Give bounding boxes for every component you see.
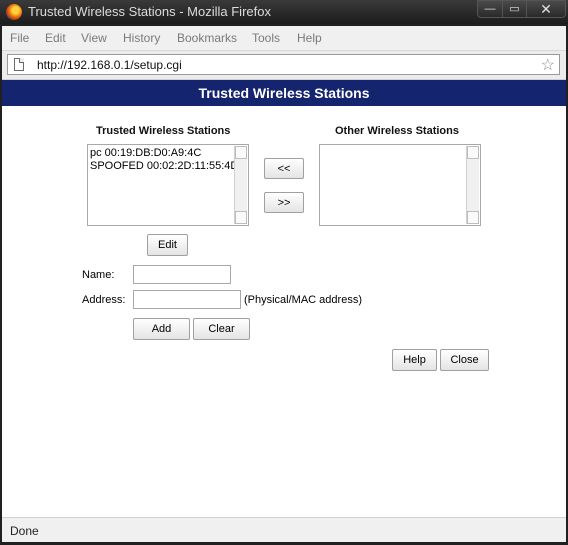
menu-edit[interactable]: Edit	[45, 31, 66, 45]
close-button[interactable]: Close	[440, 349, 489, 371]
title-bar[interactable]: Trusted Wireless Stations - Mozilla Fire…	[0, 0, 568, 24]
window-title: Trusted Wireless Stations - Mozilla Fire…	[28, 4, 271, 19]
minimize-button[interactable]: —	[477, 0, 503, 18]
menu-help[interactable]: Help	[297, 31, 322, 45]
status-bar: Done	[2, 517, 566, 542]
list-item[interactable]: SPOOFED 00:02:2D:11:55:4D	[90, 160, 238, 173]
help-button[interactable]: Help	[392, 349, 437, 371]
menu-tools[interactable]: Tools	[252, 31, 280, 45]
list-item[interactable]: pc 00:19:DB:D0:A9:4C	[90, 147, 238, 160]
page-icon	[14, 58, 24, 71]
status-text: Done	[10, 524, 39, 538]
other-list-scrollbar[interactable]	[466, 146, 479, 224]
menu-view[interactable]: View	[81, 31, 107, 45]
address-label: Address:	[82, 294, 126, 306]
edit-button[interactable]: Edit	[147, 234, 188, 256]
scroll-up-arrow[interactable]	[235, 146, 247, 159]
browser-window: Trusted Wireless Stations - Mozilla Fire…	[0, 0, 568, 545]
trusted-stations-list[interactable]: pc 00:19:DB:D0:A9:4C SPOOFED 00:02:2D:11…	[87, 144, 249, 226]
maximize-button[interactable]: ▭	[502, 0, 527, 18]
trusted-list-scrollbar[interactable]	[234, 146, 247, 224]
address-input[interactable]	[133, 290, 241, 309]
page-banner: Trusted Wireless Stations	[2, 80, 566, 106]
bookmark-star-icon[interactable]: ☆	[541, 55, 555, 75]
url-bar[interactable]: http://192.168.0.1/setup.cgi ☆	[7, 54, 560, 75]
address-hint: (Physical/MAC address)	[244, 294, 362, 306]
clear-button[interactable]: Clear	[193, 318, 250, 340]
move-to-trusted-button[interactable]: <<	[264, 158, 304, 179]
name-input[interactable]	[133, 265, 231, 284]
other-heading: Other Wireless Stations	[335, 125, 459, 137]
other-stations-list[interactable]	[319, 144, 481, 226]
navigation-toolbar: http://192.168.0.1/setup.cgi ☆	[2, 51, 566, 80]
url-text: http://192.168.0.1/setup.cgi	[37, 58, 182, 72]
trusted-heading: Trusted Wireless Stations	[96, 125, 231, 137]
scroll-up-arrow[interactable]	[467, 146, 479, 159]
scroll-down-arrow[interactable]	[467, 211, 479, 224]
menu-file[interactable]: File	[10, 31, 29, 45]
menu-bar: File Edit View History Bookmarks Tools H…	[2, 26, 566, 51]
menu-bookmarks[interactable]: Bookmarks	[177, 31, 237, 45]
firefox-icon	[6, 4, 22, 20]
page-content: Trusted Wireless Stations Trusted Wirele…	[2, 80, 566, 517]
name-label: Name:	[82, 269, 115, 281]
scroll-down-arrow[interactable]	[235, 211, 247, 224]
add-button[interactable]: Add	[133, 318, 190, 340]
close-window-button[interactable]: ✕	[526, 0, 566, 18]
move-to-other-button[interactable]: >>	[264, 192, 304, 213]
menu-history[interactable]: History	[123, 31, 160, 45]
